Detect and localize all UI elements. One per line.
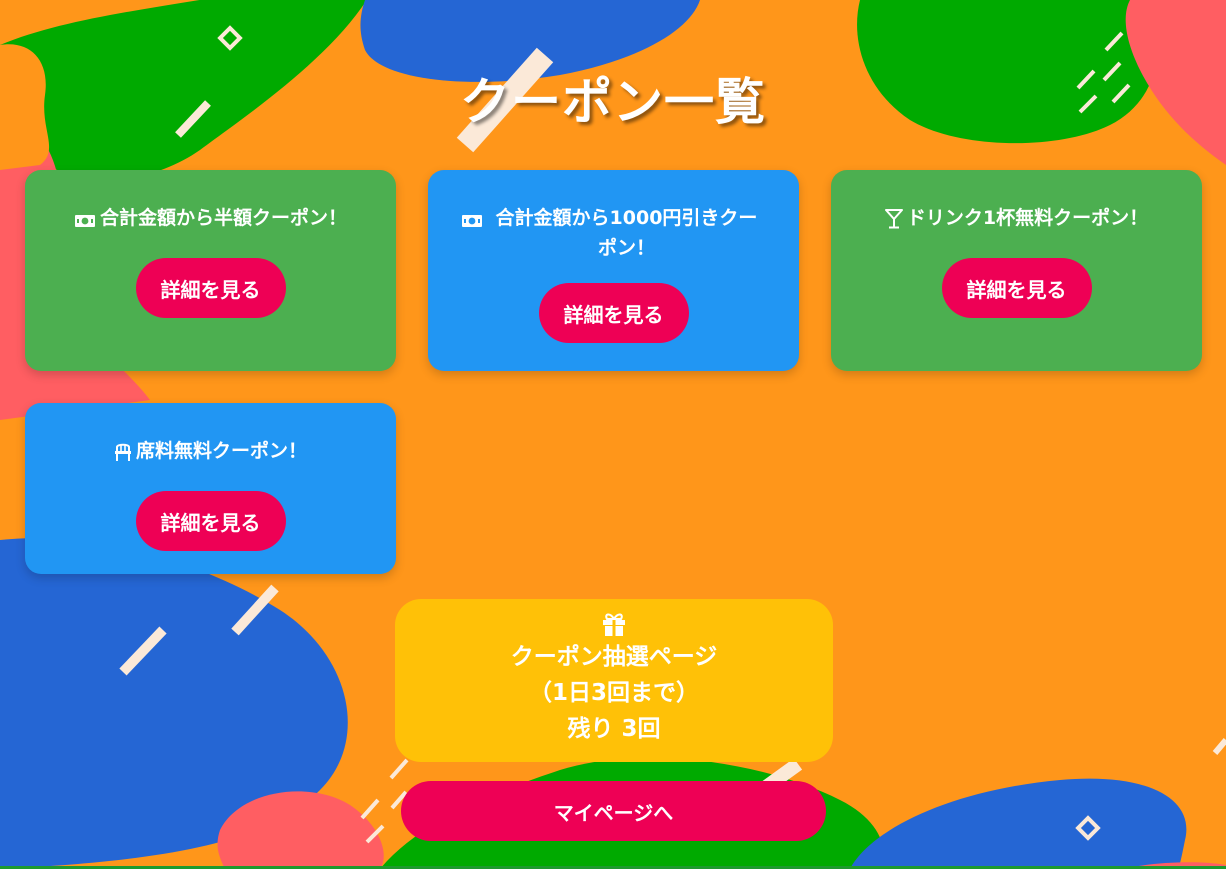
detail-button[interactable]: 詳細を見る	[538, 283, 689, 343]
lottery-title: クーポン抽選ページ	[510, 644, 718, 670]
lottery-remaining: 残り 3回	[567, 716, 661, 742]
coupon-card-free-seat: 席料無料クーポン！ 詳細を見る	[25, 403, 396, 574]
coupon-title-text: 合計金額から半額クーポン！	[99, 207, 347, 229]
coupon-card-half-price: 合計金額から半額クーポン！ 詳細を見る	[25, 170, 396, 371]
chair-icon	[114, 441, 132, 471]
coupon-title: 席料無料クーポン！	[51, 436, 371, 471]
lottery-limit: （1日3回まで）	[528, 680, 699, 706]
cocktail-icon	[884, 208, 903, 238]
coupon-title: 合計金額から1000円引きクーポン！	[459, 203, 769, 263]
coupon-title-text: 席料無料クーポン！	[135, 440, 307, 462]
money-icon	[74, 208, 96, 238]
money-icon	[461, 208, 483, 238]
coupon-title-text: 合計金額から1000円引きクーポン！	[495, 207, 758, 259]
coupon-card-1000-yen-off: 合計金額から1000円引きクーポン！ 詳細を見る	[428, 170, 799, 371]
blue-blob-bottom-right	[850, 778, 1187, 869]
coupon-title: ドリンク1杯無料クーポン！	[857, 203, 1177, 238]
gift-icon	[601, 611, 627, 639]
detail-button[interactable]: 詳細を見る	[135, 491, 286, 551]
coupon-card-free-drink: ドリンク1杯無料クーポン！ 詳細を見る	[831, 170, 1202, 371]
coupon-lottery-button[interactable]: クーポン抽選ページ （1日3回まで） 残り 3回	[395, 599, 833, 762]
page-title: クーポン一覧	[460, 73, 766, 131]
coupon-title: 合計金額から半額クーポン！	[51, 203, 371, 238]
mypage-button[interactable]: マイページへ	[401, 781, 826, 841]
coupon-title-text: ドリンク1杯無料クーポン！	[906, 207, 1149, 229]
detail-button[interactable]: 詳細を見る	[941, 258, 1092, 318]
detail-button[interactable]: 詳細を見る	[135, 258, 286, 318]
